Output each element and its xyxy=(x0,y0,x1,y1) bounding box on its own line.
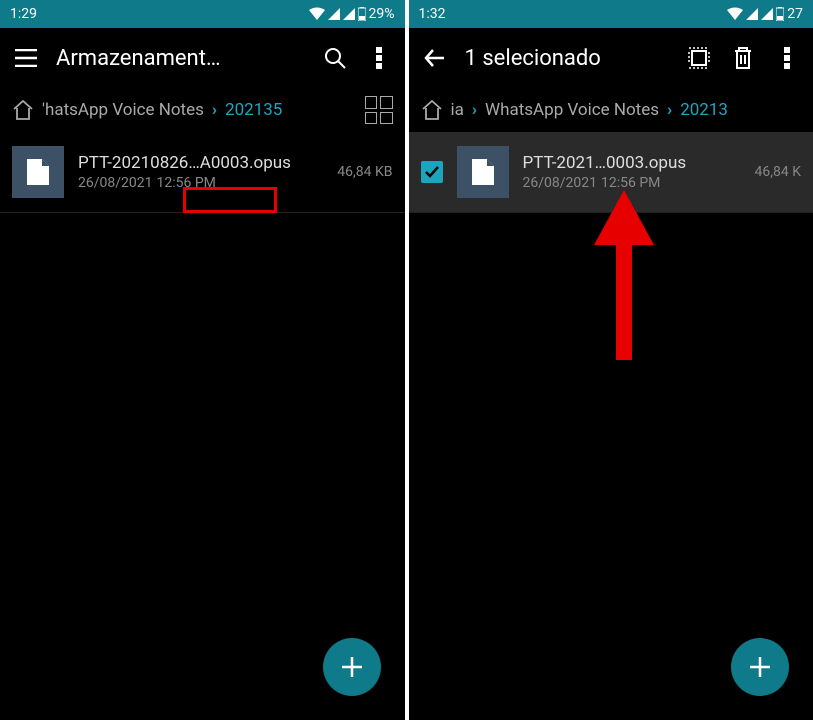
file-name: PTT-20210826…A0003.opus xyxy=(78,153,323,173)
phone-left: 1:29 29% Armazenament… 'hatsApp Voice No… xyxy=(0,0,405,720)
back-button[interactable] xyxy=(421,44,449,72)
wifi-icon xyxy=(309,7,325,21)
file-date: 26/08/2021 xyxy=(78,175,153,191)
file-time: 12:56 PM xyxy=(157,175,216,191)
file-info: PTT-20210826…A0003.opus 26/08/2021 12:56… xyxy=(78,153,323,191)
file-icon xyxy=(457,146,509,198)
breadcrumb[interactable]: 'hatsApp Voice Notes › 202135 xyxy=(0,88,405,132)
status-time: 1:32 xyxy=(419,6,446,22)
plus-icon xyxy=(339,654,365,680)
app-bar: Armazenament… xyxy=(0,28,405,88)
annotation-arrow xyxy=(589,190,659,360)
file-date: 26/08/2021 xyxy=(523,175,598,191)
status-time: 1:29 xyxy=(10,6,37,22)
status-bar: 1:29 29% xyxy=(0,0,405,28)
home-icon[interactable] xyxy=(12,100,34,120)
breadcrumb-current[interactable]: 202135 xyxy=(225,100,282,120)
more-icon xyxy=(376,47,382,69)
overflow-button[interactable] xyxy=(365,44,393,72)
chevron-icon: › xyxy=(472,100,477,120)
breadcrumb-seg[interactable]: 'hatsApp Voice Notes xyxy=(42,100,204,120)
chevron-icon: › xyxy=(212,100,217,120)
view-grid-button[interactable] xyxy=(365,96,393,124)
search-icon xyxy=(323,46,347,70)
file-name: PTT-2021…0003.opus xyxy=(523,153,741,173)
wifi-icon xyxy=(727,7,743,21)
app-bar-selection: 1 selecionado xyxy=(409,28,813,88)
battery-icon xyxy=(776,7,784,21)
trash-icon xyxy=(733,46,753,70)
battery-percent: 27 xyxy=(787,6,803,22)
check-icon xyxy=(424,165,440,179)
select-all-button[interactable] xyxy=(685,44,713,72)
selection-count: 1 selecionado xyxy=(465,46,670,71)
search-button[interactable] xyxy=(321,44,349,72)
fab-add[interactable] xyxy=(323,638,381,696)
checkbox-checked[interactable] xyxy=(421,161,443,183)
file-icon xyxy=(12,146,64,198)
file-size: 46,84 KB xyxy=(337,164,392,180)
file-size: 46,84 K xyxy=(755,164,801,180)
signal-icon xyxy=(328,8,340,20)
breadcrumb-current[interactable]: 20213 xyxy=(680,100,728,120)
signal-icon xyxy=(746,8,758,20)
select-all-icon xyxy=(688,47,710,69)
battery-percent: 29% xyxy=(369,6,395,22)
signal-icon-2 xyxy=(343,8,355,20)
document-icon xyxy=(25,157,51,187)
breadcrumb-seg[interactable]: ia xyxy=(451,100,464,120)
file-meta: 26/08/2021 12:56 PM xyxy=(78,175,323,191)
phone-right: 1:32 27 1 selecionado ia › WhatsApp Voic… xyxy=(409,0,813,720)
breadcrumb-seg[interactable]: WhatsApp Voice Notes xyxy=(485,100,659,120)
fab-add[interactable] xyxy=(731,638,789,696)
file-row[interactable]: PTT-20210826…A0003.opus 26/08/2021 12:56… xyxy=(0,132,405,213)
page-title: Armazenament… xyxy=(56,46,305,71)
delete-button[interactable] xyxy=(729,44,757,72)
home-icon[interactable] xyxy=(421,100,443,120)
status-icons: 27 xyxy=(727,6,803,22)
signal-icon-2 xyxy=(761,8,773,20)
chevron-icon: › xyxy=(667,100,672,120)
battery-icon xyxy=(358,7,366,21)
status-icons: 29% xyxy=(309,6,395,22)
file-time: 12:56 PM xyxy=(601,175,660,191)
document-icon xyxy=(470,157,496,187)
breadcrumb[interactable]: ia › WhatsApp Voice Notes › 20213 xyxy=(409,88,813,132)
arrow-left-icon xyxy=(424,48,446,68)
file-info: PTT-2021…0003.opus 26/08/2021 12:56 PM xyxy=(523,153,741,191)
file-meta: 26/08/2021 12:56 PM xyxy=(523,175,741,191)
more-icon xyxy=(784,47,790,69)
status-bar: 1:32 27 xyxy=(409,0,813,28)
hamburger-icon xyxy=(15,49,37,67)
overflow-button[interactable] xyxy=(773,44,801,72)
file-row-selected[interactable]: PTT-2021…0003.opus 26/08/2021 12:56 PM 4… xyxy=(409,132,813,213)
menu-button[interactable] xyxy=(12,44,40,72)
plus-icon xyxy=(747,654,773,680)
